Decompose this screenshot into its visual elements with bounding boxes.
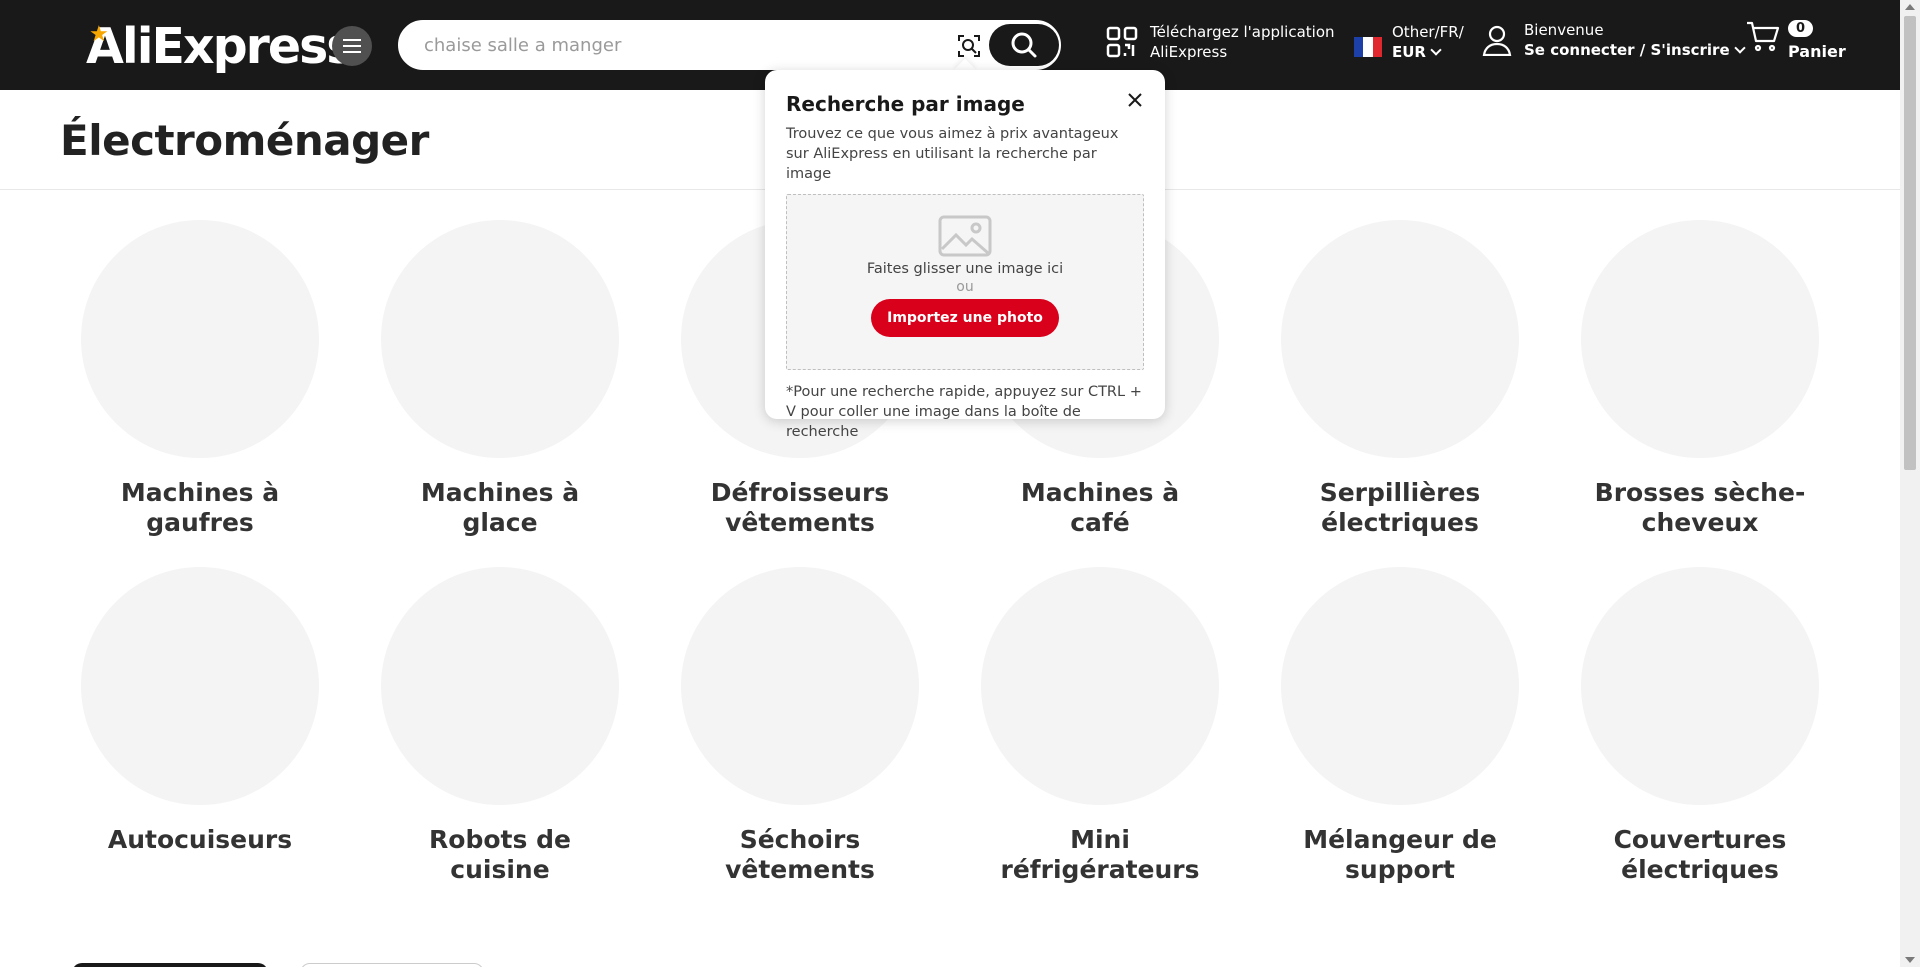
category-label[interactable]: Couvertures électriques xyxy=(1580,825,1820,885)
popup-close-button[interactable] xyxy=(1125,90,1145,110)
close-icon xyxy=(1128,93,1142,107)
logo-star-icon: ★ xyxy=(89,22,109,47)
category-label[interactable]: Autocuiseurs xyxy=(80,825,320,855)
category-image-placeholder[interactable] xyxy=(1281,567,1519,805)
paste-tip: *Pour une recherche rapide, appuyez sur … xyxy=(786,384,1142,440)
language-currency-selector[interactable]: Other/FR/ EUR xyxy=(1354,22,1464,62)
search-input[interactable] xyxy=(424,22,944,68)
category-label[interactable]: Machines à gaufres xyxy=(80,478,320,538)
search-icon xyxy=(1011,32,1037,58)
category-image-placeholder[interactable] xyxy=(981,567,1219,805)
currency-text: EUR xyxy=(1392,43,1426,61)
drop-instruction: Faites glisser une image ici xyxy=(866,261,1064,277)
account-menu[interactable]: Bienvenue Se connecter / S'inscrire xyxy=(1482,20,1746,60)
cart-button[interactable]: 0 Panier xyxy=(1746,20,1846,61)
category-item[interactable]: Mini réfrigérateurs xyxy=(980,567,1220,885)
scroll-up-arrow-icon[interactable] xyxy=(1905,4,1915,10)
category-item[interactable]: Robots de cuisine xyxy=(380,567,620,885)
qr-code-icon xyxy=(1106,26,1138,58)
chevron-down-icon xyxy=(1430,44,1442,56)
hamburger-icon xyxy=(343,39,361,53)
app-download-line2: AliExpress xyxy=(1150,43,1228,61)
category-item[interactable]: Mélangeur de support xyxy=(1280,567,1520,885)
search-submit-button[interactable] xyxy=(989,24,1059,66)
category-label[interactable]: Défroisseurs vêtements xyxy=(680,478,920,538)
category-item[interactable]: Machines à gaufres xyxy=(80,220,320,538)
category-image-placeholder[interactable] xyxy=(81,220,319,458)
logo-text: AliExpress xyxy=(86,17,355,75)
category-item[interactable]: Machines à glace xyxy=(380,220,620,538)
category-label[interactable]: Séchoirs vêtements xyxy=(680,825,920,885)
category-image-placeholder[interactable] xyxy=(1581,220,1819,458)
app-download-link[interactable]: Téléchargez l'application AliExpress xyxy=(1106,22,1335,62)
category-item[interactable]: Séchoirs vêtements xyxy=(680,567,920,885)
image-dropzone[interactable]: Faites glisser une image ici ou Importez… xyxy=(786,194,1144,370)
page-title: Électroménager xyxy=(60,116,429,165)
or-separator: ou xyxy=(956,279,974,295)
category-label[interactable]: Machines à café xyxy=(980,478,1220,538)
category-label[interactable]: Mini réfrigérateurs xyxy=(980,825,1220,885)
region-language-text: Other/FR/ xyxy=(1392,23,1464,41)
camera-search-icon xyxy=(958,35,980,57)
image-search-popup: Recherche par image Trouvez ce que vous … xyxy=(765,70,1165,440)
scrollbar-thumb[interactable] xyxy=(1904,16,1916,470)
cart-icon xyxy=(1747,21,1780,52)
france-flag-icon xyxy=(1354,37,1382,57)
cart-count-badge: 0 xyxy=(1788,20,1814,37)
sign-in-link[interactable]: Se connecter / S'inscrire xyxy=(1524,41,1730,59)
category-label[interactable]: Machines à glace xyxy=(380,478,620,538)
cart-label: Panier xyxy=(1788,42,1846,61)
category-menu-button[interactable] xyxy=(332,26,372,66)
category-image-placeholder[interactable] xyxy=(81,567,319,805)
aliexpress-logo[interactable]: ★ AliExpress xyxy=(86,17,355,75)
category-item[interactable]: Brosses sèche-cheveux xyxy=(1580,220,1820,538)
user-icon xyxy=(1482,25,1512,56)
category-item[interactable]: Autocuiseurs xyxy=(80,567,320,855)
app-download-line1: Téléchargez l'application xyxy=(1150,23,1335,41)
bottom-tab-active[interactable] xyxy=(72,963,268,967)
popup-title: Recherche par image xyxy=(786,92,1025,116)
category-image-placeholder[interactable] xyxy=(381,220,619,458)
category-label[interactable]: Serpillières électriques xyxy=(1280,478,1520,538)
category-item[interactable]: Couvertures électriques xyxy=(1580,567,1820,885)
popup-description: Trouvez ce que vous aimez à prix avantag… xyxy=(786,126,1119,182)
upload-photo-button[interactable]: Importez une photo xyxy=(871,299,1059,337)
account-greeting: Bienvenue xyxy=(1524,21,1604,39)
category-label[interactable]: Mélangeur de support xyxy=(1280,825,1520,885)
category-item[interactable]: Serpillières électriques xyxy=(1280,220,1520,538)
category-image-placeholder[interactable] xyxy=(1581,567,1819,805)
image-search-button[interactable] xyxy=(953,30,985,62)
scroll-down-arrow-icon[interactable] xyxy=(1905,957,1915,963)
image-placeholder-icon xyxy=(938,215,992,257)
category-label[interactable]: Brosses sèche-cheveux xyxy=(1580,478,1820,538)
bottom-tab[interactable] xyxy=(300,963,484,967)
category-image-placeholder[interactable] xyxy=(1281,220,1519,458)
category-image-placeholder[interactable] xyxy=(681,567,919,805)
category-image-placeholder[interactable] xyxy=(381,567,619,805)
category-label[interactable]: Robots de cuisine xyxy=(380,825,620,885)
chevron-down-icon xyxy=(1733,42,1746,54)
page-scrollbar[interactable] xyxy=(1900,0,1920,967)
